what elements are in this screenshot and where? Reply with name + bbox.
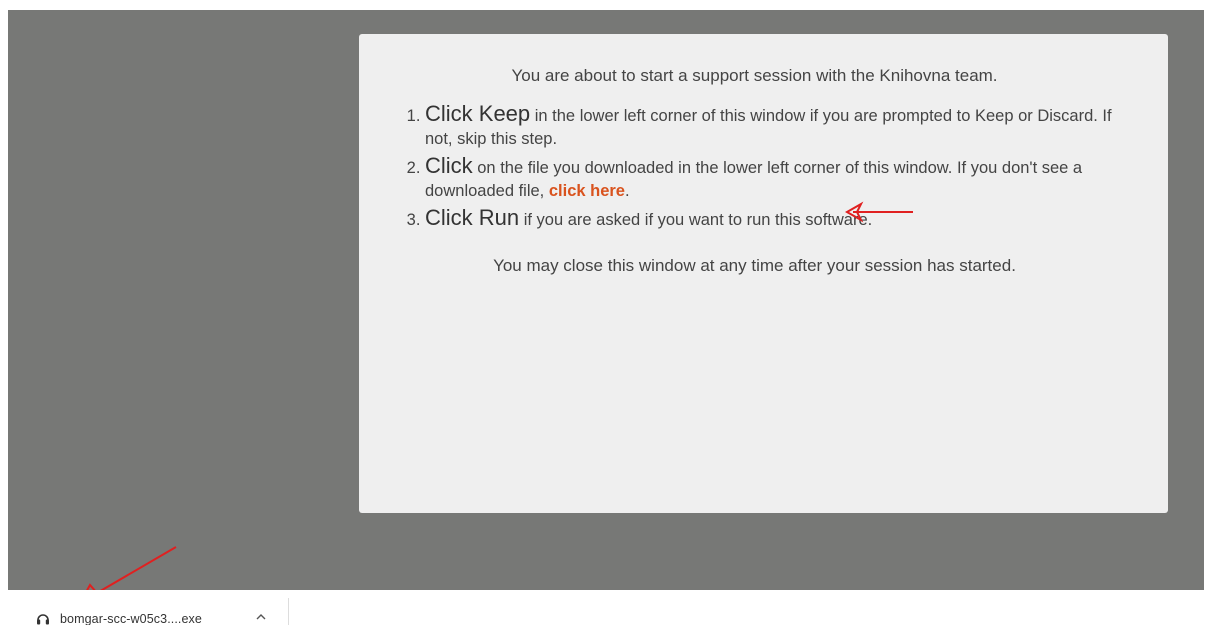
- intro-text: You are about to start a support session…: [511, 66, 998, 85]
- support-session-card: You are about to start a support session…: [359, 34, 1168, 513]
- step-1: Click Keep in the lower left corner of t…: [425, 102, 1122, 151]
- annotation-arrow-left-icon: [844, 201, 913, 223]
- click-here-link[interactable]: click here: [549, 182, 625, 200]
- step-3-text: if you are asked if you want to run this…: [519, 211, 873, 229]
- download-bar: bomgar-scc-w05c3....exe: [0, 590, 1206, 625]
- step-3-emphasis: Click Run: [425, 205, 520, 230]
- step-3: Click Run if you are asked if you want t…: [425, 206, 1122, 232]
- download-file-name: bomgar-scc-w05c3....exe: [60, 612, 202, 625]
- step-2-emphasis: Click: [425, 153, 473, 178]
- download-item[interactable]: bomgar-scc-w05c3....exe: [36, 609, 202, 625]
- step-1-emphasis: Click Keep: [425, 101, 531, 126]
- page: You are about to start a support session…: [0, 0, 1206, 625]
- step-2-after: .: [624, 182, 630, 200]
- instruction-steps: Click Keep in the lower left corner of t…: [387, 102, 1122, 232]
- chevron-up-icon[interactable]: [255, 609, 267, 623]
- step-2-text: on the file you downloaded in the lower …: [425, 159, 1083, 200]
- outro-text: You may close this window at any time af…: [493, 256, 1016, 275]
- headset-icon: [37, 614, 49, 625]
- step-2: Click on the file you downloaded in the …: [425, 154, 1122, 203]
- download-bar-divider: [288, 598, 289, 625]
